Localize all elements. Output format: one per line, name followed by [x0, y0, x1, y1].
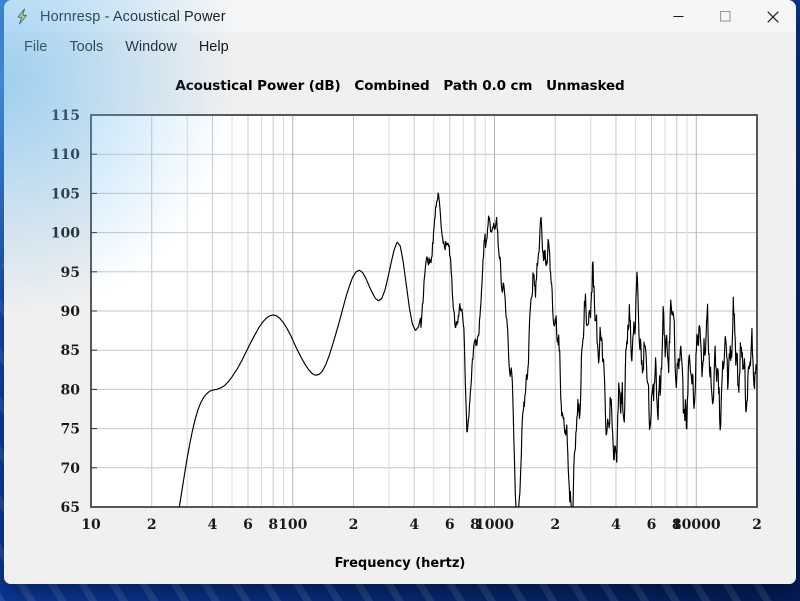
chart-grid-layer: [91, 115, 757, 507]
close-button[interactable]: [749, 0, 796, 33]
acoustical-power-chart[interactable]: 6570758085909510010511011510246810024681…: [4, 61, 796, 584]
x-axis-label: Frequency (hertz): [335, 556, 466, 571]
y-tick-label: 110: [51, 147, 80, 163]
menu-item-window[interactable]: Window: [114, 37, 188, 58]
y-tick-label: 70: [61, 461, 81, 477]
y-tick-label: 95: [61, 265, 80, 281]
y-tick-label: 85: [61, 343, 80, 359]
x-tick-label: 6: [243, 517, 253, 533]
x-tick-label: 6: [647, 517, 657, 533]
x-tick-label: 1000: [475, 517, 514, 533]
y-tick-label: 75: [61, 422, 80, 438]
x-tick-label: 100: [278, 517, 307, 533]
menu-bar: File Tools Window Help: [4, 34, 796, 61]
y-tick-label: 115: [51, 108, 80, 124]
title-bar: Hornresp - Acoustical Power: [4, 0, 796, 34]
x-tick-label: 10: [81, 517, 101, 533]
x-tick-label: 4: [409, 517, 419, 533]
x-tick-label: 2: [147, 517, 157, 533]
y-tick-label: 100: [51, 226, 80, 242]
window-title: Hornresp - Acoustical Power: [40, 9, 226, 25]
y-tick-label: 65: [61, 500, 80, 516]
x-tick-label: 8: [268, 517, 278, 533]
chart-client-area: Acoustical Power (dB) Combined Path 0.0 …: [4, 61, 796, 584]
x-tick-label: 2: [349, 517, 359, 533]
x-tick-label: 2: [550, 517, 560, 533]
maximize-button[interactable]: [702, 0, 749, 33]
x-tick-label: 4: [611, 517, 621, 533]
minimize-button[interactable]: [655, 0, 702, 33]
x-tick-label: 10000: [672, 517, 721, 533]
application-window: Hornresp - Acoustical Power: [4, 0, 796, 584]
y-tick-label: 105: [51, 186, 80, 202]
y-tick-label: 80: [61, 382, 81, 398]
menu-item-file[interactable]: File: [13, 37, 58, 58]
x-tick-label: 4: [208, 517, 218, 533]
x-tick-label: 6: [445, 517, 455, 533]
x-tick-label: 2: [752, 517, 762, 533]
menu-item-help[interactable]: Help: [188, 37, 240, 58]
menu-item-tools[interactable]: Tools: [58, 37, 114, 58]
window-controls: [655, 0, 796, 33]
lightning-bolt-icon: [14, 8, 31, 25]
y-tick-label: 90: [61, 304, 81, 320]
desktop-background: Hornresp - Acoustical Power: [0, 0, 800, 601]
